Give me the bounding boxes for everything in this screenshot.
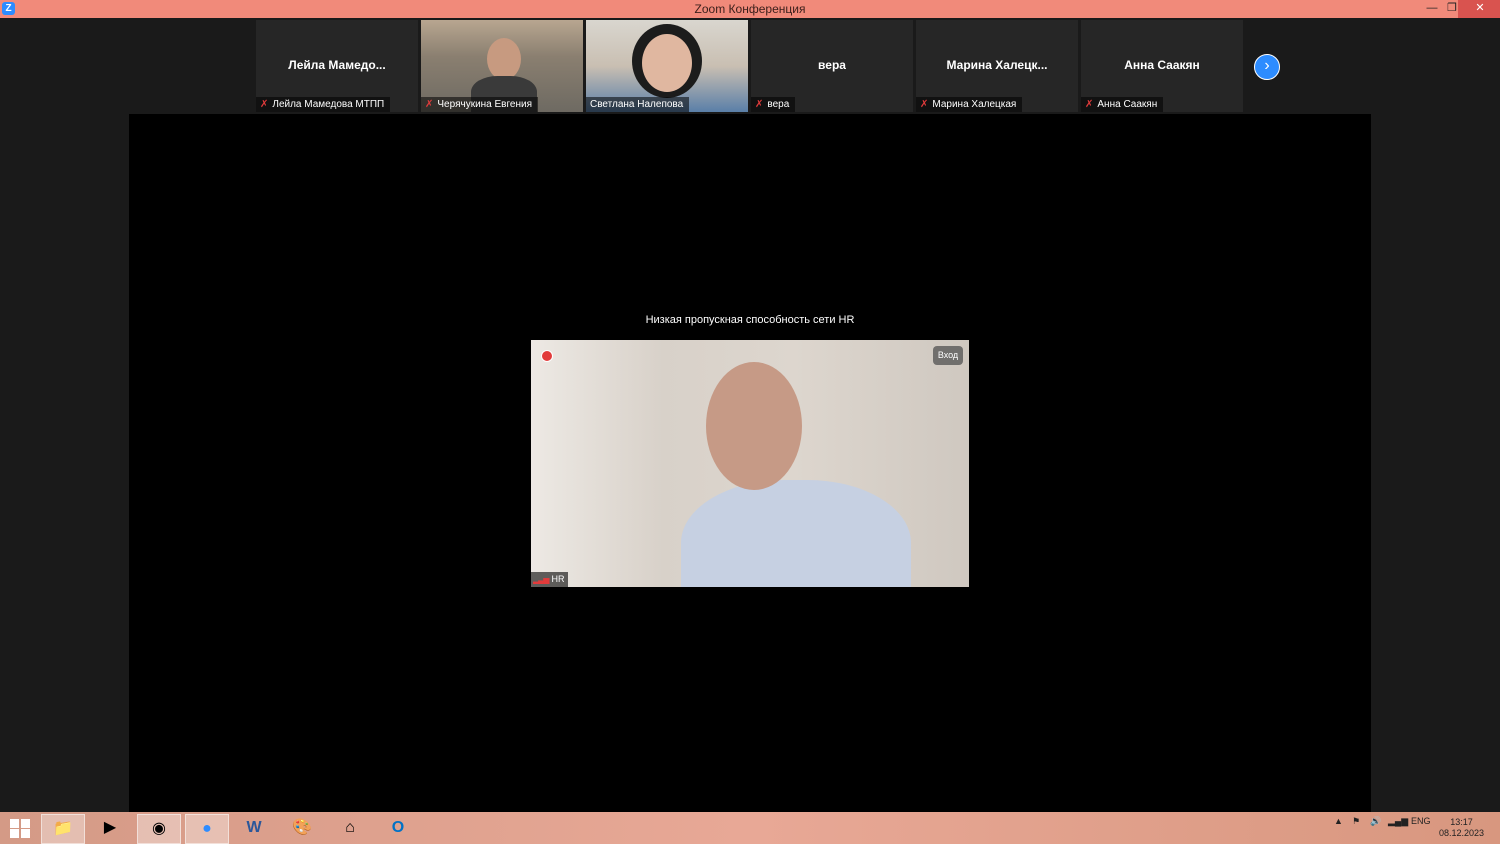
recording-icon bbox=[541, 350, 553, 362]
participant-video-tile[interactable]: ✗ Черячукина Евгения bbox=[421, 20, 583, 112]
media-player-icon[interactable]: ▶ bbox=[89, 814, 131, 842]
join-button[interactable]: Вход bbox=[933, 346, 963, 365]
language-indicator[interactable]: ENG bbox=[1411, 816, 1431, 826]
next-page-icon[interactable]: › bbox=[1254, 54, 1280, 80]
mic-muted-icon: ✗ bbox=[920, 99, 929, 110]
participant-tile[interactable]: вера ✗ вера bbox=[751, 20, 913, 112]
taskbar: 📁 ▶ ◉ ● W 🎨 ⌂ O ▲ ⚑ 🔊 ▂▄▆ ENG 13:17 08.1… bbox=[0, 812, 1500, 844]
mic-muted-icon: ✗ bbox=[425, 99, 434, 110]
word-icon[interactable]: W bbox=[233, 814, 275, 842]
mic-muted-icon: ✗ bbox=[1085, 99, 1094, 110]
participant-name: Марина Халецк... bbox=[946, 58, 1048, 72]
participant-tile[interactable]: Анна Саакян ✗ Анна Саакян bbox=[1081, 20, 1243, 112]
participant-name: вера bbox=[818, 58, 846, 72]
participant-strip: Лейла Мамедо... ✗ Лейла Мамедова МТПП ✗ Че… bbox=[0, 18, 1500, 114]
close-button[interactable]: ✕ bbox=[1458, 0, 1500, 18]
volume-icon[interactable]: 🔊 bbox=[1370, 816, 1381, 827]
paint-icon[interactable]: 🎨 bbox=[281, 814, 323, 842]
participant-name: Лейла Мамедо... bbox=[288, 58, 386, 72]
network-icon[interactable]: ▂▄▆ bbox=[1388, 816, 1408, 827]
participant-caption: ✗ Лейла Мамедова МТПП bbox=[256, 97, 391, 112]
participant-caption: Светлана Налепова bbox=[586, 97, 690, 112]
clock-time: 13:17 bbox=[1450, 817, 1473, 827]
participant-name: Анна Саакян bbox=[1124, 58, 1200, 72]
clock[interactable]: 13:17 08.12.2023 bbox=[1439, 817, 1484, 839]
windows-start-icon[interactable] bbox=[4, 817, 34, 839]
speaker-label: ▂▃▅ HR bbox=[531, 572, 569, 587]
tray-chevron-icon[interactable]: ▲ bbox=[1334, 816, 1343, 826]
mic-muted-icon: ✗ bbox=[260, 99, 269, 110]
outlook-icon[interactable]: O bbox=[377, 814, 419, 842]
participant-video-tile[interactable]: Светлана Налепова bbox=[586, 20, 748, 112]
network-warning: Низкая пропускная способность сети HR bbox=[645, 314, 855, 326]
clock-date: 08.12.2023 bbox=[1438, 828, 1484, 838]
participant-caption: ✗ Анна Саакян bbox=[1081, 97, 1164, 112]
participant-caption: ✗ Черячукина Евгения bbox=[421, 97, 539, 112]
signal-weak-icon: ▂▃▅ bbox=[533, 575, 550, 584]
mic-muted-icon: ✗ bbox=[755, 99, 764, 110]
zoom-taskbar-icon[interactable]: ● bbox=[185, 814, 229, 844]
participant-tile[interactable]: Лейла Мамедо... ✗ Лейла Мамедова МТПП bbox=[256, 20, 418, 112]
participant-tile[interactable]: Марина Халецк... ✗ Марина Халецкая bbox=[916, 20, 1078, 112]
speaker-video[interactable]: Вход ▂▃▅ HR bbox=[531, 340, 969, 587]
home-icon[interactable]: ⌂ bbox=[329, 814, 371, 842]
speaker-stage: Низкая пропускная способность сети HR Вх… bbox=[129, 114, 1371, 812]
participant-caption: ✗ вера bbox=[751, 97, 796, 112]
participant-video bbox=[642, 34, 692, 92]
file-explorer-icon[interactable]: 📁 bbox=[41, 814, 85, 844]
chrome-icon[interactable]: ◉ bbox=[137, 814, 181, 844]
participant-video bbox=[487, 38, 521, 80]
window-title: Zoom Конференция bbox=[694, 2, 806, 16]
flag-icon[interactable]: ⚑ bbox=[1352, 816, 1360, 827]
participant-caption: ✗ Марина Халецкая bbox=[916, 97, 1023, 112]
title-bar: Z Zoom Конференция — ❐ ✕ bbox=[0, 0, 1500, 18]
